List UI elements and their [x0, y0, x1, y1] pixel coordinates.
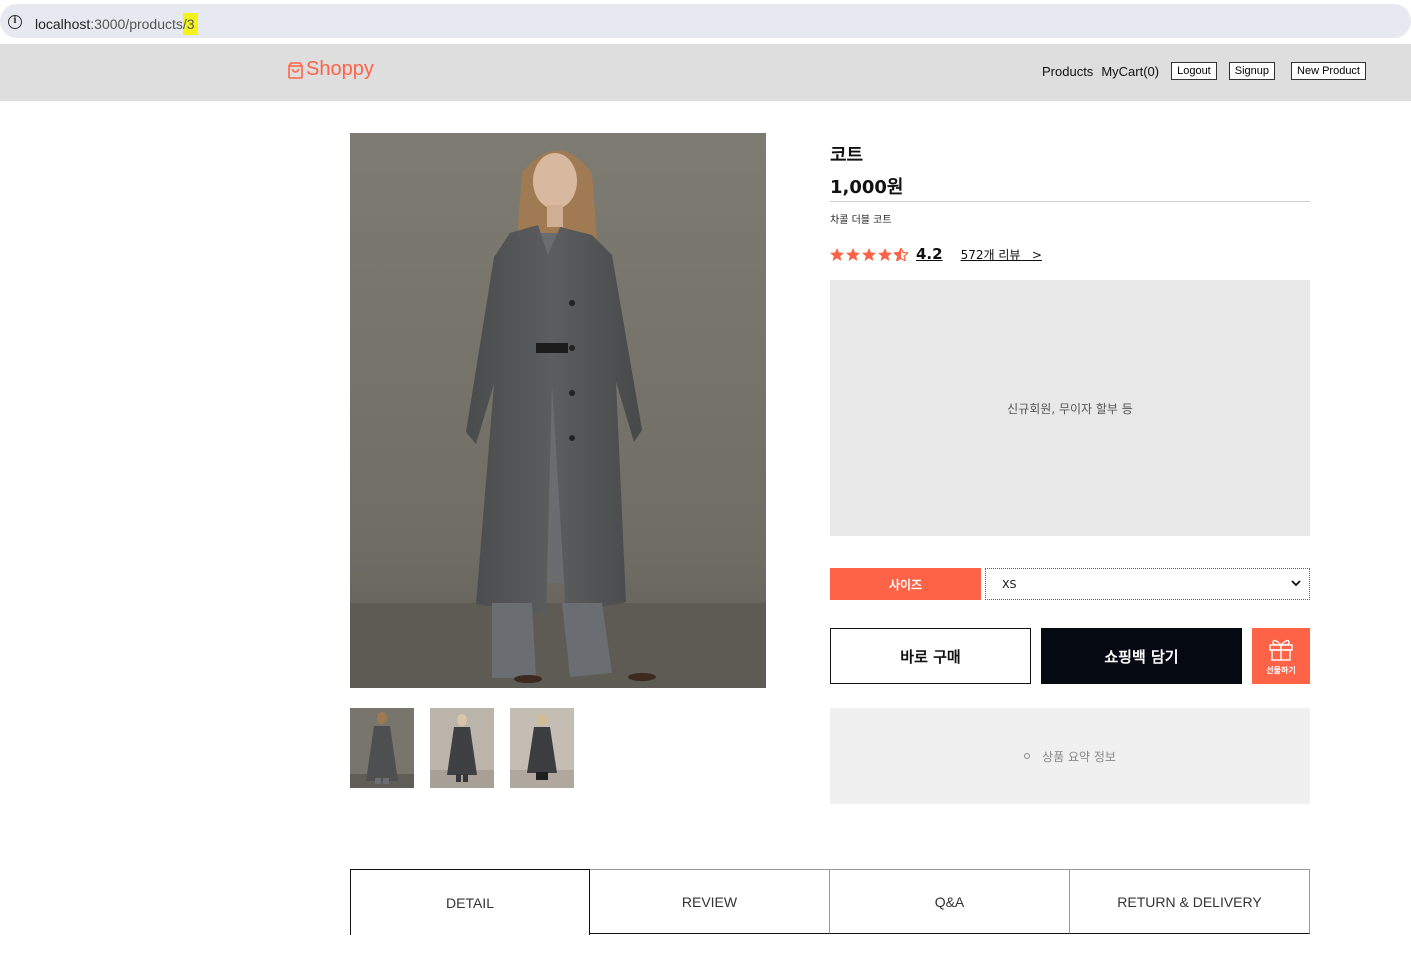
logo-text: Shoppy	[306, 58, 374, 80]
gift-icon	[1269, 639, 1293, 661]
thumbnail-3[interactable]	[510, 708, 574, 788]
signup-button[interactable]: Signup	[1228, 62, 1276, 80]
product-description: 차콜 더블 코트	[830, 215, 892, 226]
rating-row: 4.2 572개 리뷰 >	[830, 245, 1042, 263]
thumbnail-1[interactable]	[350, 708, 414, 788]
purchase-actions: 바로 구매 쇼핑백 담기 선물하기	[830, 628, 1310, 684]
reviews-link[interactable]: 572개 리뷰 >	[961, 246, 1042, 263]
product-main-image	[350, 133, 766, 688]
product-name: 코트	[830, 145, 864, 166]
tab-return-delivery[interactable]: RETURN & DELIVERY	[1070, 869, 1310, 934]
gift-button[interactable]: 선물하기	[1252, 628, 1310, 684]
browser-address-bar: i localhost:3000/products/3	[0, 0, 1411, 44]
product-summary: 상품 요약 정보	[830, 708, 1310, 804]
bullet-icon	[1024, 753, 1031, 759]
rating-stars	[830, 247, 910, 261]
promo-text: 신규회원, 무이자 할부 등	[1007, 401, 1133, 416]
main-nav: Products MyCart(0) Logout Signup New Pro…	[1034, 62, 1366, 80]
logo[interactable]: Shoppy	[287, 58, 374, 81]
nav-mycart-link[interactable]: MyCart(0)	[1101, 64, 1159, 79]
size-select[interactable]: XS	[985, 568, 1310, 600]
star-icon	[862, 247, 876, 261]
url-text[interactable]: localhost:3000/products/3	[35, 13, 198, 35]
url-host: localhost	[35, 16, 91, 32]
size-label: 사이즈	[830, 568, 981, 600]
tab-detail[interactable]: DETAIL	[350, 869, 590, 935]
nav-products-link[interactable]: Products	[1042, 64, 1093, 79]
new-product-button[interactable]: New Product	[1291, 62, 1366, 80]
chevron-down-icon	[1291, 580, 1301, 587]
buy-now-button[interactable]: 바로 구매	[830, 628, 1031, 684]
size-row: 사이즈 XS	[830, 568, 1310, 600]
info-icon[interactable]: i	[8, 15, 22, 29]
gift-label: 선물하기	[1266, 665, 1296, 675]
url-field[interactable]: i localhost:3000/products/3	[0, 4, 1411, 38]
url-highlight: /3	[182, 13, 198, 35]
promo-banner: 신규회원, 무이자 할부 등	[830, 280, 1310, 536]
size-selected-value: XS	[1002, 577, 1017, 591]
shopping-bag-icon	[288, 61, 303, 79]
star-icon	[846, 247, 860, 261]
divider	[830, 201, 1310, 202]
thumbnail-list	[350, 708, 590, 788]
site-header: Shoppy Products MyCart(0) Logout Signup …	[0, 44, 1411, 101]
rating-score: 4.2	[916, 245, 943, 263]
summary-text: 상품 요약 정보	[1042, 749, 1116, 764]
product-price: 1,000원	[830, 177, 904, 198]
thumbnail-2[interactable]	[430, 708, 494, 788]
tab-qna[interactable]: Q&A	[830, 869, 1070, 934]
product-tabs: DETAIL REVIEW Q&A RETURN & DELIVERY	[350, 869, 1310, 935]
tab-review[interactable]: REVIEW	[590, 869, 830, 934]
add-to-bag-button[interactable]: 쇼핑백 담기	[1041, 628, 1242, 684]
star-icon	[878, 247, 892, 261]
logout-button[interactable]: Logout	[1171, 62, 1217, 80]
half-star-icon	[894, 247, 908, 261]
url-path: :3000/products	[90, 16, 183, 32]
star-icon	[830, 247, 844, 261]
